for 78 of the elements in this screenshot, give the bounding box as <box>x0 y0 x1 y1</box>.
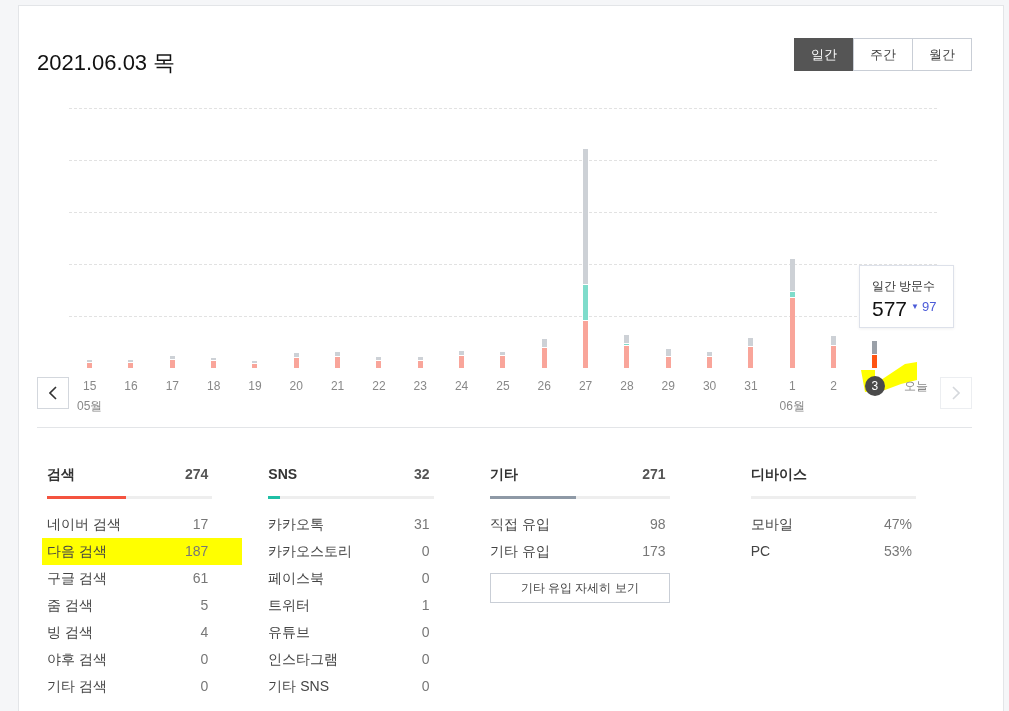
row-label: 구글 검색 <box>47 569 107 588</box>
row-label: 줌 검색 <box>47 596 93 615</box>
row-label: 트위터 <box>268 596 311 615</box>
row-label: 기타 유입 <box>489 542 550 561</box>
row-value: 0 <box>421 677 430 696</box>
day-label[interactable]: 오늘 <box>904 376 929 396</box>
day-label[interactable]: 23 <box>410 376 431 396</box>
row-value: 0 <box>200 677 209 696</box>
day-label[interactable]: 31 <box>740 376 761 396</box>
day-label[interactable]: 29 <box>658 376 679 396</box>
row-label: 기타 검색 <box>47 677 107 696</box>
day-label[interactable]: 25 <box>492 376 513 396</box>
day-label[interactable]: 17 <box>162 376 183 396</box>
chevron-right-icon <box>952 386 960 400</box>
day-label[interactable]: 16 <box>121 376 141 396</box>
day-label[interactable]: 30 <box>699 376 720 396</box>
day-label[interactable]: 24 <box>451 376 472 396</box>
change-value: 97 <box>921 299 937 314</box>
row-value: 5 <box>200 596 209 615</box>
day-label[interactable]: 20 <box>286 376 307 396</box>
row-label: 인스타그램 <box>268 650 339 669</box>
day-label[interactable]: 28 <box>616 376 637 396</box>
row-label: 유튜브 <box>268 623 311 642</box>
row-value: 31 <box>414 515 430 534</box>
month-label: 06월 <box>779 398 805 415</box>
row-label: 기타 SNS <box>268 677 329 696</box>
row-value: 0 <box>421 623 430 642</box>
row-value: 17 <box>192 515 209 534</box>
row-value: 53% <box>883 542 912 561</box>
day-label[interactable]: 27 <box>575 376 596 396</box>
group-total: 271 <box>642 466 666 484</box>
day-label[interactable]: 22 <box>368 376 389 396</box>
group-title: 검색 <box>47 466 75 484</box>
details-button[interactable]: 기타 유입 자세히 보기 <box>489 573 670 603</box>
tooltip-title: 일간 방문수 <box>872 278 937 295</box>
group-total: 32 <box>414 466 430 484</box>
row-value: 47% <box>883 515 912 534</box>
group-title: 디바이스 <box>750 466 807 484</box>
row-value: 0 <box>421 650 430 669</box>
row-label: 직접 유입 <box>489 515 550 534</box>
row-value: 98 <box>650 515 666 534</box>
row-value: 0 <box>200 650 209 669</box>
row-value: 61 <box>192 569 209 588</box>
row-value: 1 <box>421 596 430 615</box>
day-label[interactable]: 3 <box>864 376 885 396</box>
day-label[interactable]: 26 <box>534 376 555 396</box>
day-label[interactable]: 18 <box>203 376 224 396</box>
period-tab[interactable]: 주간 <box>853 38 913 71</box>
row-label: 카카오스토리 <box>268 542 353 561</box>
chevron-left-icon <box>49 386 57 400</box>
day-label[interactable]: 15 <box>79 376 100 396</box>
group-total: 274 <box>184 466 209 484</box>
month-label: 05월 <box>76 398 103 415</box>
group-title: 기타 <box>489 466 518 484</box>
day-label[interactable]: 21 <box>327 376 348 396</box>
day-label[interactable]: 2 <box>823 376 844 396</box>
period-tab[interactable]: 일간 <box>794 38 854 71</box>
period-tab[interactable]: 월간 <box>912 38 972 71</box>
row-value: 0 <box>421 542 430 561</box>
day-label[interactable]: 1 <box>782 376 803 396</box>
row-label: 빙 검색 <box>47 623 93 642</box>
row-label: 야후 검색 <box>47 650 107 669</box>
previous-button[interactable] <box>37 377 69 409</box>
date-title: 2021.06.03 목 <box>37 49 176 77</box>
row-label: PC <box>750 542 771 561</box>
row-label: 모바일 <box>750 515 793 534</box>
day-label[interactable]: 19 <box>244 376 265 396</box>
row-value: 4 <box>200 623 209 642</box>
row-label: 다음 검색 <box>47 542 107 561</box>
row-label: 카카오톡 <box>268 515 325 534</box>
row-label: 네이버 검색 <box>47 515 121 534</box>
row-value: 0 <box>421 569 430 588</box>
change-marker: ▼ <box>911 301 919 312</box>
group-title: SNS <box>268 466 298 484</box>
visit-count: 577 <box>872 297 908 321</box>
row-value: 173 <box>642 542 666 561</box>
row-value: 187 <box>184 542 209 561</box>
row-label: 페이스북 <box>268 569 325 588</box>
